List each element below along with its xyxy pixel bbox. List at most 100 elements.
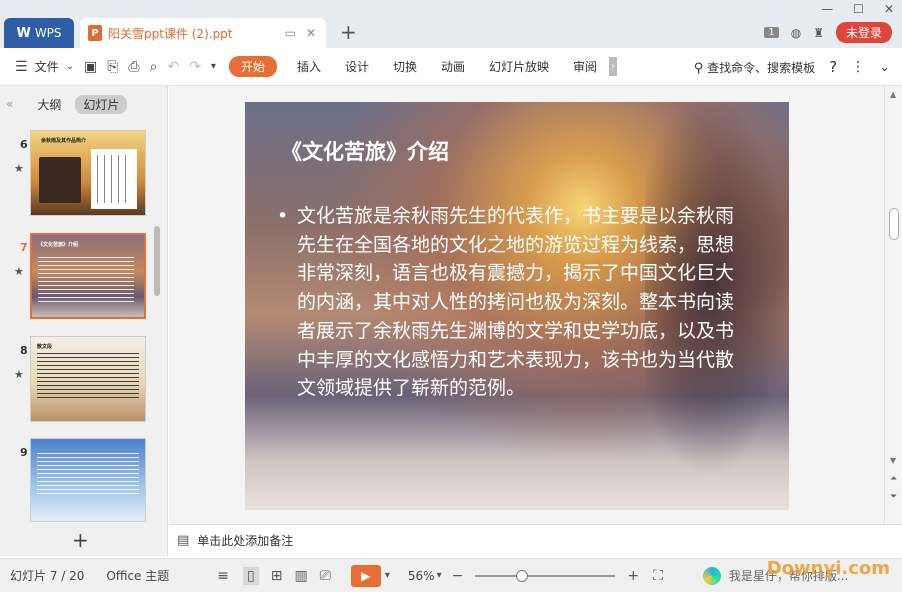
tab-slides[interactable]: 幻灯片 [75, 94, 128, 114]
maximize-icon[interactable]: ☐ [853, 2, 864, 16]
tab-window-icon[interactable]: ▭ [285, 26, 296, 40]
new-tab-icon[interactable]: + [340, 20, 357, 44]
slide-number: 6 [20, 138, 28, 151]
login-button[interactable]: 未登录 [835, 22, 892, 43]
zoom-dropdown-icon[interactable]: ▾ [437, 570, 442, 581]
wps-tab-label: WPS [34, 26, 62, 40]
slide-number: 7 [20, 241, 28, 254]
print-preview-icon[interactable]: ⌕ [145, 59, 163, 75]
slide-number: 8 [20, 344, 28, 357]
quick-access-dropdown-icon[interactable]: ▾ [206, 61, 221, 72]
thumbnail-text-lines [38, 257, 134, 305]
thumbnail-caption: 《文化苦旅》介绍 [38, 242, 79, 248]
minimize-icon[interactable]: — [821, 2, 833, 16]
collapse-ribbon-icon[interactable]: ⌄ [879, 60, 890, 75]
help-icon[interactable]: ? [829, 58, 837, 76]
more-tabs-icon[interactable]: › [609, 57, 618, 76]
animation-star-icon: ★ [14, 162, 24, 175]
thumbnail-text-lines [37, 353, 139, 399]
slide-editing-area: 《文化苦旅》介绍 • 文化苦旅是余秋雨先生的代表作，书主要是以余秋雨先生在全国各… [169, 86, 902, 524]
tab-outline[interactable]: 大纲 [37, 96, 61, 113]
slide-thumbnail-6[interactable]: 余秋雨及其作品简介 [30, 130, 146, 216]
zoom-out-icon[interactable]: − [452, 568, 464, 584]
slides-panel: « 大纲 幻灯片 6 ★ 余秋雨及其作品简介 7 ★ 《文化苦旅》介绍 8 ★ … [0, 86, 168, 556]
thumbnail-caption: 余秋雨及其作品简介 [41, 138, 87, 144]
animation-star-icon: ★ [14, 265, 24, 278]
play-slideshow-button[interactable]: ▶ [350, 564, 381, 587]
more-options-icon[interactable]: ⋮ [851, 59, 865, 75]
tab-design[interactable]: 设计 [333, 58, 381, 75]
close-icon[interactable]: ✕ [884, 2, 894, 16]
search-icon: ⚲ [693, 60, 704, 76]
notes-placeholder: 单击此处添加备注 [197, 534, 294, 548]
collapse-panel-icon[interactable]: « [6, 97, 13, 111]
scroll-down-icon[interactable]: ▼ [890, 456, 896, 465]
fit-window-icon[interactable]: ⛶ [653, 568, 663, 584]
slide-sorter-icon[interactable]: ⊞ [271, 568, 283, 584]
notes-pane[interactable]: ▤ 单击此处添加备注 [169, 524, 902, 556]
zoom-slider-knob[interactable] [515, 569, 528, 582]
next-slide-icon[interactable]: ⏷ [890, 492, 897, 502]
print-icon[interactable]: ⎙ [123, 59, 144, 75]
thumbnail-text-lines [37, 453, 139, 495]
portrait-image [39, 157, 81, 203]
slide-thumbnail-8[interactable]: 散文段 [30, 336, 146, 422]
tab-insert[interactable]: 插入 [285, 58, 333, 75]
slideshow-dropdown-icon[interactable]: ▾ [385, 570, 390, 581]
presenter-view-icon[interactable]: ⎚ [320, 568, 331, 584]
slide-indicator: 幻灯片 7 / 20 [10, 569, 85, 583]
tab-animation[interactable]: 动画 [429, 58, 477, 75]
scroll-up-icon[interactable]: ▲ [890, 90, 896, 99]
page-count-badge[interactable]: 1 [764, 27, 779, 38]
assistant-icon[interactable] [702, 566, 721, 585]
ppt-file-icon: P [88, 25, 102, 41]
reading-view-icon[interactable]: ▥ [294, 568, 307, 584]
slide-body-text[interactable]: 文化苦旅是余秋雨先生的代表作，书主要是以余秋雨先生在全国各地的文化之地的游览过程… [297, 202, 745, 403]
add-slide-icon[interactable]: + [72, 528, 89, 552]
thumbnail-caption: 散文段 [37, 344, 53, 350]
file-menu[interactable]: 文件 [33, 58, 61, 75]
export-icon[interactable]: ⎘ [102, 59, 123, 75]
redo-icon[interactable]: ↷ [184, 59, 206, 75]
undo-icon[interactable]: ↶ [162, 59, 184, 75]
thumbnails-scrollbar[interactable] [154, 226, 160, 296]
wps-logo-icon: W [16, 25, 31, 41]
slide-number: 9 [20, 446, 28, 459]
menu-icon[interactable]: ☰ [10, 59, 33, 75]
theme-name[interactable]: Office 主题 [106, 567, 169, 584]
slide-thumbnail-9[interactable] [30, 438, 146, 522]
title-bar: — ☐ ✕ W WPS P 阳关雪ppt课件 (2).ppt ▭ ✕ + 1 ◍… [0, 0, 902, 48]
chevron-down-icon[interactable]: ⌄ [61, 61, 79, 72]
vertical-scrollbar[interactable]: ▲ ▼ ⏶ ⏷ [884, 86, 902, 524]
tab-slideshow[interactable]: 幻灯片放映 [477, 58, 561, 75]
window-controls: — ☐ ✕ [821, 2, 894, 16]
animation-star-icon: ★ [14, 368, 24, 381]
tab-transition[interactable]: 切换 [381, 58, 429, 75]
zoom-in-icon[interactable]: + [627, 568, 639, 584]
watermark-logo: Downyi.com [766, 558, 890, 579]
tab-review[interactable]: 审阅 [561, 58, 609, 75]
zoom-slider[interactable] [475, 569, 616, 582]
save-icon[interactable]: ▣ [79, 59, 102, 75]
calligraphy-image [91, 149, 137, 209]
ribbon-toolbar: ☰ 文件 ⌄ ▣ ⎘ ⎙ ⌕ ↶ ↷ ▾ 开始 插入 设计 切换 动画 幻灯片放… [0, 48, 902, 86]
skin-icon[interactable]: ◍ [791, 26, 801, 40]
normal-view-icon[interactable]: ▯ [242, 566, 259, 585]
shirt-icon[interactable]: ♜ [813, 26, 824, 40]
notes-toggle-icon[interactable]: ≡ [217, 568, 229, 584]
slide-thumbnail-7[interactable]: 《文化苦旅》介绍 [30, 233, 146, 319]
document-tab[interactable]: P 阳关雪ppt课件 (2).ppt ▭ ✕ [80, 18, 326, 48]
bullet-icon: • [277, 205, 289, 227]
close-tab-icon[interactable]: ✕ [306, 26, 316, 40]
tab-start[interactable]: 开始 [228, 56, 277, 77]
current-slide[interactable]: 《文化苦旅》介绍 • 文化苦旅是余秋雨先生的代表作，书主要是以余秋雨先生在全国各… [245, 102, 789, 510]
previous-slide-icon[interactable]: ⏶ [890, 474, 897, 484]
slide-title[interactable]: 《文化苦旅》介绍 [281, 136, 449, 166]
slides-panel-header: « 大纲 幻灯片 [0, 86, 168, 122]
search-command[interactable]: ⚲ 查找命令、搜索模板 [694, 59, 815, 76]
search-command-label: 查找命令、搜索模板 [707, 60, 816, 75]
scrollbar-thumb[interactable] [889, 208, 899, 240]
wps-home-tab[interactable]: W WPS [4, 18, 74, 48]
zoom-level[interactable]: 56% [408, 569, 435, 583]
document-title: 阳关雪ppt课件 (2).ppt [108, 26, 233, 41]
